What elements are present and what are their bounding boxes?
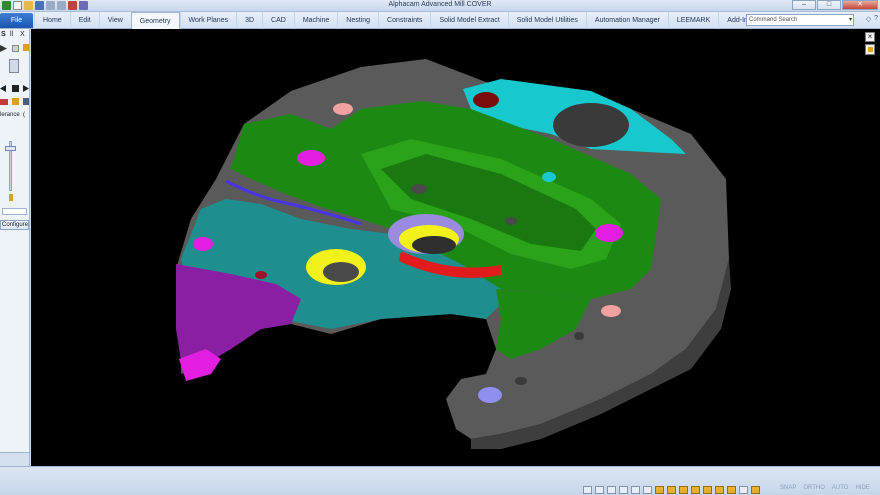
- grid-toggle-icon[interactable]: [727, 486, 736, 494]
- command-search-text: Command Search: [749, 17, 798, 23]
- tab-machine[interactable]: Machine: [293, 12, 337, 29]
- graphics-viewport[interactable]: ×: [31, 29, 880, 466]
- tab-view[interactable]: View: [98, 12, 131, 29]
- rewind-icon[interactable]: [0, 85, 6, 92]
- red-hole-small: [255, 271, 267, 279]
- help-icon[interactable]: ?: [874, 15, 878, 23]
- tab-3d[interactable]: 3D: [236, 12, 262, 29]
- mode-snap[interactable]: SNAP: [780, 485, 796, 491]
- tab-solid-model-utilities[interactable]: Solid Model Utilities: [507, 12, 586, 29]
- tab-work-planes[interactable]: Work Planes: [179, 12, 237, 29]
- file-menu-button[interactable]: File: [0, 13, 33, 28]
- tab-solid-model-extract[interactable]: Solid Model Extract: [430, 12, 507, 29]
- viewport-close-button[interactable]: ×: [865, 32, 875, 42]
- material-icon[interactable]: [667, 486, 676, 494]
- left-panel-footer: [0, 452, 29, 466]
- large-bore-hole: [553, 103, 629, 147]
- tool-holder-icon[interactable]: [9, 59, 19, 73]
- part-model[interactable]: [31, 29, 880, 466]
- progress-field: [2, 208, 27, 215]
- step-icon[interactable]: [0, 99, 8, 105]
- grey-hole-4: [515, 377, 527, 385]
- tab-geometry[interactable]: Geometry: [130, 12, 180, 29]
- tolerance-label: lerance (: [0, 112, 26, 118]
- zoom-window-icon[interactable]: [595, 486, 604, 494]
- magenta-hole-2: [595, 224, 623, 242]
- window-title: Alphacam Advanced Mill COVER: [388, 1, 492, 8]
- tab-constraints[interactable]: Constraints: [378, 12, 430, 29]
- tab-leemark[interactable]: LEEMARK: [667, 12, 718, 29]
- grey-hole-3: [574, 332, 584, 340]
- pink-hole-1: [333, 103, 353, 115]
- rotate-icon[interactable]: [631, 486, 640, 494]
- alphacam-window: Alphacam Advanced Mill COVER – □ ✕ File …: [0, 0, 880, 495]
- tab-automation-manager[interactable]: Automation Manager: [585, 12, 668, 29]
- panel-label-ll: ll: [10, 31, 14, 38]
- shade-icon[interactable]: [679, 486, 688, 494]
- status-bar: SNAP ORTHO AUTO HIDE: [0, 466, 880, 495]
- grey-hole-1: [411, 184, 427, 194]
- pin-icon[interactable]: [23, 44, 29, 51]
- chevron-down-icon[interactable]: ▾: [849, 15, 852, 25]
- play-icon[interactable]: [0, 45, 7, 52]
- left-panel: S ll X lerance ( Configure: [0, 29, 30, 466]
- pencil-icon: [9, 194, 13, 201]
- tab-nesting[interactable]: Nesting: [337, 12, 378, 29]
- pink-hole-2: [601, 305, 621, 317]
- panel-header-row: S ll X: [0, 31, 29, 41]
- status-modes: SNAP ORTHO AUTO HIDE: [780, 485, 870, 491]
- highlight-icon[interactable]: [751, 486, 760, 494]
- tab-edit[interactable]: Edit: [69, 12, 99, 29]
- axes-icon[interactable]: [643, 486, 652, 494]
- pan-icon[interactable]: [619, 486, 628, 494]
- dark-red-hole: [473, 92, 499, 108]
- maximize-button[interactable]: □: [817, 0, 841, 10]
- magenta-hole-3: [193, 237, 213, 251]
- viewport-pin-icon[interactable]: [865, 44, 875, 55]
- configure-button[interactable]: Configure: [0, 220, 29, 230]
- title-bar: Alphacam Advanced Mill COVER – □ ✕: [0, 0, 880, 12]
- window-controls: – □ ✕: [792, 0, 878, 10]
- collapse-ribbon-icon[interactable]: ◇: [866, 15, 871, 23]
- tab-home[interactable]: Home: [34, 12, 70, 29]
- render-icon[interactable]: [703, 486, 712, 494]
- yellow-hole-inner: [323, 262, 359, 282]
- magenta-hole-1: [297, 150, 325, 166]
- status-tools: [583, 486, 760, 494]
- tab-cad[interactable]: CAD: [262, 12, 294, 29]
- save-state-icon[interactable]: [23, 98, 29, 105]
- ribbon-bar: File Home Edit View Geometry Work Planes 3D CA…: [0, 12, 880, 29]
- close-button[interactable]: ✕: [842, 0, 878, 10]
- ribbon-options: ◇ ?: [866, 15, 878, 23]
- stop-icon[interactable]: [12, 85, 19, 92]
- blue-hole: [478, 387, 502, 403]
- mode-auto[interactable]: AUTO: [832, 485, 849, 491]
- zoom-all-icon[interactable]: [607, 486, 616, 494]
- speed-slider-thumb[interactable]: [5, 146, 16, 151]
- mode-hide[interactable]: HIDE: [855, 485, 869, 491]
- layer-icon[interactable]: [655, 486, 664, 494]
- cyan-hole: [542, 172, 556, 182]
- command-search-input[interactable]: Command Search ▾: [746, 14, 854, 26]
- select-tool-icon[interactable]: [583, 486, 592, 494]
- measure-icon[interactable]: [739, 486, 748, 494]
- grid-icon[interactable]: [12, 45, 19, 52]
- grey-hole-2: [505, 217, 517, 225]
- mode-ortho[interactable]: ORTHO: [803, 485, 825, 491]
- simulate-icon[interactable]: [12, 98, 19, 105]
- view-icon[interactable]: [715, 486, 724, 494]
- panel-label-s: S: [1, 31, 6, 38]
- center-bore-dark: [412, 236, 456, 254]
- minimize-button[interactable]: –: [792, 0, 816, 10]
- panel-close-icon[interactable]: X: [20, 31, 25, 38]
- ribbon-tabs: Home Edit View Geometry Work Planes 3D CAD Mach…: [34, 12, 784, 29]
- fast-forward-icon[interactable]: [23, 85, 29, 92]
- wireframe-icon[interactable]: [691, 486, 700, 494]
